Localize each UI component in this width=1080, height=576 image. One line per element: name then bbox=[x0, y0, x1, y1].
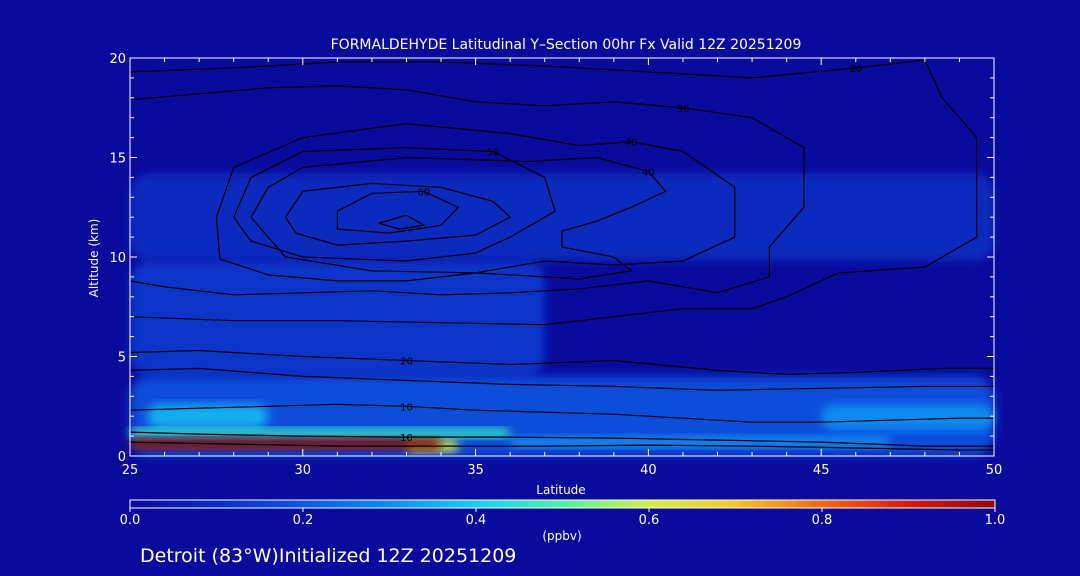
x-tick-label: 50 bbox=[986, 463, 1003, 478]
colorbar-tick-label: 0.6 bbox=[639, 513, 660, 528]
contour-label: 10 bbox=[400, 402, 413, 413]
colorbar-unit-label: (ppbv) bbox=[542, 529, 581, 543]
y-tick-label: 10 bbox=[109, 251, 126, 266]
chart-title: FORMALDEHYDE Latitudinal Y–Section 00hr … bbox=[331, 37, 802, 53]
colorbar-tick-label: 0.2 bbox=[293, 513, 314, 528]
contour-label: 30 bbox=[677, 104, 690, 115]
concentration-region bbox=[821, 404, 994, 431]
x-axis-label: Latitude bbox=[536, 483, 585, 497]
colorbar-tick-label: 0.0 bbox=[120, 513, 141, 528]
y-tick-label: 15 bbox=[109, 152, 126, 167]
contour-label: 20 bbox=[849, 64, 862, 75]
contour-label: 20 bbox=[400, 356, 413, 367]
colorbar-ticks: 0.0 0.2 0.4 0.6 0.8 1.0 bbox=[120, 508, 1006, 528]
contour-label: 40 bbox=[642, 167, 655, 178]
x-tick-label: 40 bbox=[640, 463, 657, 478]
y-tick-label: 20 bbox=[109, 52, 126, 67]
y-tick-label: 5 bbox=[118, 351, 126, 366]
x-tick-label: 30 bbox=[295, 463, 312, 478]
colorbar-tick-label: 0.8 bbox=[812, 513, 833, 528]
concentration-region bbox=[130, 438, 442, 451]
y-tick-label: 0 bbox=[118, 450, 126, 465]
colorbar-tick-label: 1.0 bbox=[985, 513, 1006, 528]
location-init-footer: Detroit (83°W)Initialized 12Z 20251209 bbox=[140, 545, 516, 567]
concentration-region bbox=[130, 173, 994, 261]
concentration-fill bbox=[130, 58, 994, 456]
contour-label: 10 bbox=[400, 433, 413, 444]
colorbar-tick-label: 0.4 bbox=[466, 513, 487, 528]
contour-label: 40 bbox=[625, 138, 638, 149]
x-tick-label: 35 bbox=[467, 463, 484, 478]
formaldehyde-cross-section-chart: FORMALDEHYDE Latitudinal Y–Section 00hr … bbox=[87, 37, 1006, 567]
x-tick-label: 45 bbox=[813, 463, 830, 478]
contour-label: 50 bbox=[487, 148, 500, 159]
x-tick-label: 25 bbox=[122, 463, 139, 478]
colorbar bbox=[129, 499, 996, 509]
contour-label: 60 bbox=[417, 187, 430, 198]
y-axis-label: Altitude (km) bbox=[87, 219, 101, 298]
